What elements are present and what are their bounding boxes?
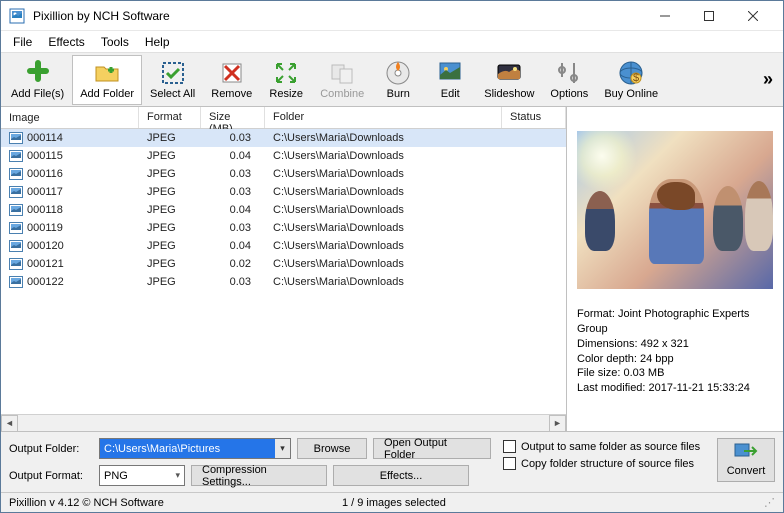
slideshow-button[interactable]: Slideshow	[476, 55, 542, 105]
maximize-button[interactable]	[687, 2, 731, 30]
col-size[interactable]: Size (MB)	[201, 107, 265, 128]
add-folder-button[interactable]: Add Folder	[72, 55, 142, 105]
meta-format: Format: Joint Photographic Experts Group	[577, 307, 773, 337]
content-area: Image Format Size (MB) Folder Status 000…	[1, 107, 783, 432]
preview-image	[577, 131, 773, 289]
table-row[interactable]: 000122JPEG0.03C:\Users\Maria\Downloads	[1, 273, 566, 291]
table-row[interactable]: 000117JPEG0.03C:\Users\Maria\Downloads	[1, 183, 566, 201]
menu-tools[interactable]: Tools	[93, 32, 137, 52]
menubar: File Effects Tools Help	[1, 31, 783, 53]
combine-button[interactable]: Combine	[312, 55, 372, 105]
remove-icon	[218, 59, 246, 87]
meta-color-depth: Color depth: 24 bpp	[577, 352, 773, 367]
preview-metadata: Format: Joint Photographic Experts Group…	[577, 307, 773, 396]
output-format-label: Output Format:	[9, 470, 93, 482]
copy-structure-label: Copy folder structure of source files	[521, 458, 694, 470]
add-files-button[interactable]: Add File(s)	[3, 55, 72, 105]
col-status[interactable]: Status	[502, 107, 566, 128]
output-format-combo[interactable]: PNG▾	[99, 465, 185, 486]
resize-icon	[272, 59, 300, 87]
table-row[interactable]: 000115JPEG0.04C:\Users\Maria\Downloads	[1, 147, 566, 165]
edit-icon	[436, 59, 464, 87]
compression-button[interactable]: Compression Settings...	[191, 465, 327, 486]
close-button[interactable]	[731, 2, 775, 30]
same-folder-label: Output to same folder as source files	[521, 441, 700, 453]
buy-online-button[interactable]: $ Buy Online	[596, 55, 666, 105]
same-folder-checkbox[interactable]	[503, 440, 516, 453]
meta-modified: Last modified: 2017-11-21 15:33:24	[577, 381, 773, 396]
meta-dimensions: Dimensions: 492 x 321	[577, 337, 773, 352]
menu-effects[interactable]: Effects	[40, 32, 92, 52]
table-row[interactable]: 000116JPEG0.03C:\Users\Maria\Downloads	[1, 165, 566, 183]
burn-button[interactable]: Burn	[372, 55, 424, 105]
window-title: Pixillion by NCH Software	[33, 9, 643, 23]
table-row[interactable]: 000121JPEG0.02C:\Users\Maria\Downloads	[1, 255, 566, 273]
browse-button[interactable]: Browse	[297, 438, 367, 459]
combine-icon	[328, 59, 356, 87]
resize-button[interactable]: Resize	[260, 55, 312, 105]
scroll-track[interactable]	[18, 415, 549, 432]
table-row[interactable]: 000114JPEG0.03C:\Users\Maria\Downloads	[1, 129, 566, 147]
status-left: Pixillion v 4.12 © NCH Software	[9, 497, 164, 509]
preview-pane: Format: Joint Photographic Experts Group…	[567, 107, 783, 431]
menu-file[interactable]: File	[5, 32, 40, 52]
options-button[interactable]: Options	[542, 55, 596, 105]
scroll-left-arrow[interactable]: ◄	[1, 415, 18, 432]
meta-file-size: File size: 0.03 MB	[577, 366, 773, 381]
file-rows[interactable]: 000114JPEG0.03C:\Users\Maria\Downloads00…	[1, 129, 566, 414]
slideshow-icon	[495, 59, 523, 87]
convert-button[interactable]: Convert	[717, 438, 775, 482]
toolbar-overflow-button[interactable]: »	[755, 53, 781, 106]
output-folder-combo[interactable]: C:\Users\Maria\Pictures▾	[99, 438, 291, 459]
table-row[interactable]: 000120JPEG0.04C:\Users\Maria\Downloads	[1, 237, 566, 255]
app-icon	[9, 8, 25, 24]
buy-online-icon: $	[617, 59, 645, 87]
bottom-controls: Output Folder: C:\Users\Maria\Pictures▾ …	[1, 432, 783, 492]
options-icon	[555, 59, 583, 87]
add-files-icon	[24, 59, 52, 87]
col-image[interactable]: Image	[1, 107, 139, 128]
minimize-button[interactable]	[643, 2, 687, 30]
table-row[interactable]: 000119JPEG0.03C:\Users\Maria\Downloads	[1, 219, 566, 237]
select-all-button[interactable]: Select All	[142, 55, 203, 105]
svg-text:$: $	[633, 72, 639, 84]
file-list-pane: Image Format Size (MB) Folder Status 000…	[1, 107, 567, 431]
remove-button[interactable]: Remove	[203, 55, 260, 105]
add-folder-icon	[93, 59, 121, 87]
col-format[interactable]: Format	[139, 107, 201, 128]
titlebar: Pixillion by NCH Software	[1, 1, 783, 31]
effects-button[interactable]: Effects...	[333, 465, 469, 486]
open-output-button[interactable]: Open Output Folder	[373, 438, 491, 459]
toolbar: Add File(s) Add Folder Select All Remove…	[1, 53, 783, 107]
output-folder-label: Output Folder:	[9, 443, 93, 455]
burn-icon	[384, 59, 412, 87]
column-headers: Image Format Size (MB) Folder Status	[1, 107, 566, 129]
edit-button[interactable]: Edit	[424, 55, 476, 105]
select-all-icon	[159, 59, 187, 87]
convert-icon	[734, 443, 758, 463]
resize-grip[interactable]: ⋰	[764, 496, 775, 509]
copy-structure-checkbox[interactable]	[503, 457, 516, 470]
menu-help[interactable]: Help	[137, 32, 178, 52]
statusbar: Pixillion v 4.12 © NCH Software 1 / 9 im…	[1, 492, 783, 512]
table-row[interactable]: 000118JPEG0.04C:\Users\Maria\Downloads	[1, 201, 566, 219]
scroll-right-arrow[interactable]: ►	[549, 415, 566, 432]
status-right: 1 / 9 images selected	[342, 497, 446, 509]
horizontal-scrollbar[interactable]: ◄ ►	[1, 414, 566, 431]
col-folder[interactable]: Folder	[265, 107, 502, 128]
